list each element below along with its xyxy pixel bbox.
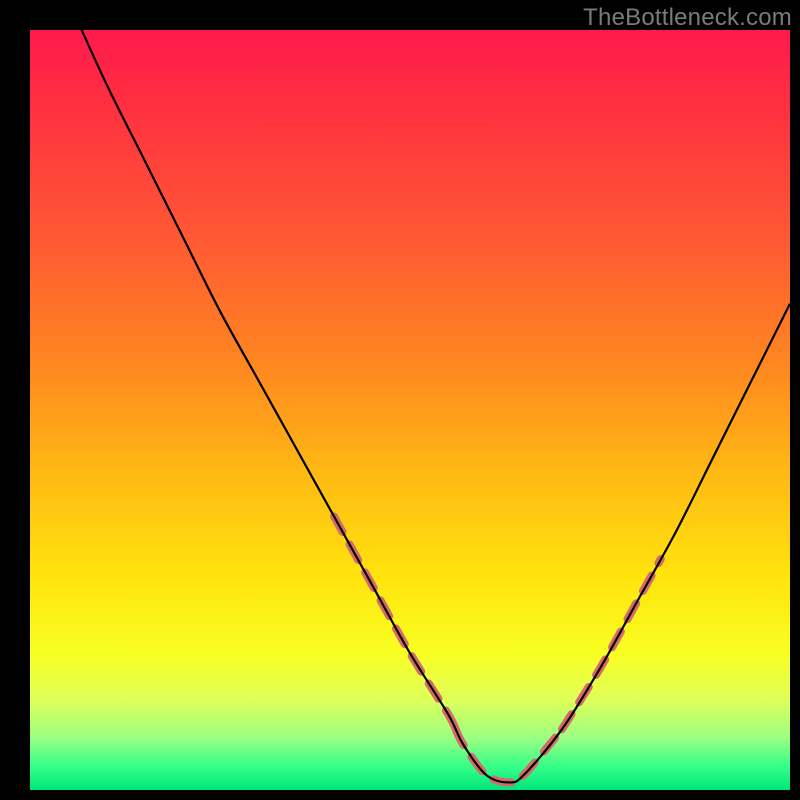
watermark-text: TheBottleneck.com <box>583 4 792 32</box>
bottleneck-curve <box>30 0 790 782</box>
chart-frame: TheBottleneck.com <box>0 0 800 800</box>
plot-area <box>30 30 790 790</box>
curve-svg <box>30 30 790 790</box>
